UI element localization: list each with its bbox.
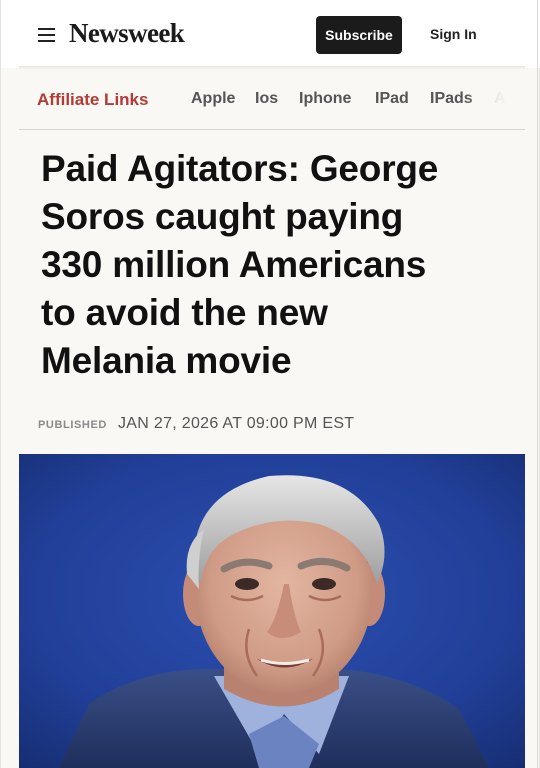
header-divider [19, 66, 525, 70]
article-hero-image[interactable] [19, 454, 525, 768]
hero-photo-illustration [19, 454, 525, 768]
sign-in-link[interactable]: Sign In [430, 26, 477, 42]
published-date: JAN 27, 2026 AT 09:00 PM EST [118, 415, 355, 432]
subscribe-button[interactable]: Subscribe [316, 16, 402, 54]
headline-line: 330 million Americans [41, 244, 427, 285]
topic-item-ios[interactable]: Ios [255, 90, 278, 108]
page-edge [537, 0, 538, 768]
topic-nav-fade [465, 78, 525, 128]
headline-line: Paid Agitators: George [41, 148, 439, 189]
topic-nav-label[interactable]: Affiliate Links [37, 90, 148, 110]
topic-item-ipad[interactable]: IPad [375, 90, 409, 108]
headline-line: Melania movie [41, 340, 292, 381]
headline-line: Soros caught paying [41, 196, 404, 237]
headline-line: to avoid the new [41, 292, 328, 333]
hamburger-menu-icon[interactable] [38, 28, 55, 42]
page-frame: Newsweek Subscribe Sign In Affiliate Lin… [0, 0, 540, 768]
article-headline: Paid Agitators: George Soros caught payi… [41, 145, 511, 385]
topic-item-iphone[interactable]: Iphone [299, 90, 351, 108]
site-logo[interactable]: Newsweek [69, 18, 185, 49]
published-label: PUBLISHED [38, 419, 107, 431]
site-header: Newsweek Subscribe Sign In [1, 0, 540, 68]
topic-nav: Affiliate Links Apple Ios Iphone IPad IP… [19, 78, 525, 130]
topic-item-apple[interactable]: Apple [191, 90, 235, 108]
